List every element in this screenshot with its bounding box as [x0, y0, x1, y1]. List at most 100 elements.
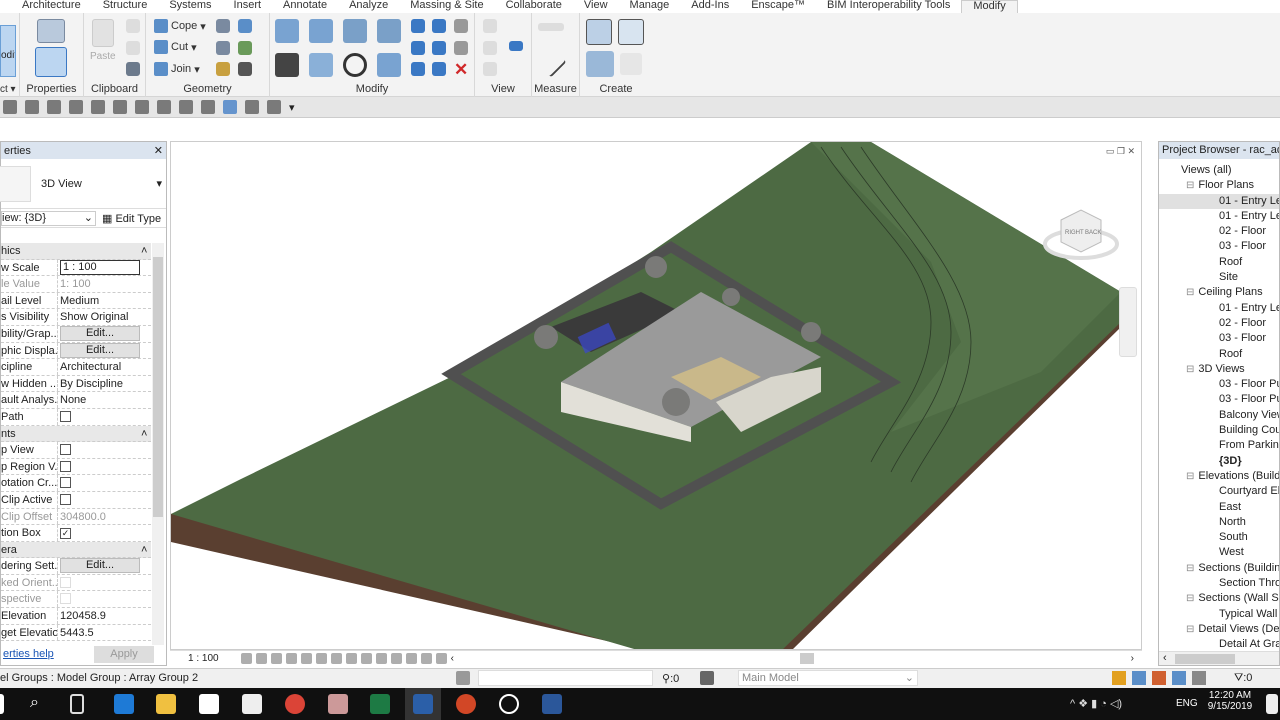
- browser-item[interactable]: Sections (Wall Se: [1159, 591, 1279, 606]
- search-icon[interactable]: ⌕: [30, 694, 39, 712]
- viewcube[interactable]: RIGHT BACK: [1041, 202, 1121, 272]
- file-explorer-icon[interactable]: [156, 694, 176, 714]
- sync-icon[interactable]: [25, 100, 39, 114]
- ribbon-tab[interactable]: Systems: [158, 0, 222, 13]
- browser-item[interactable]: Site: [1159, 270, 1279, 285]
- dimension-icon[interactable]: [113, 100, 127, 114]
- viewcube-back-face[interactable]: BACK: [1085, 230, 1101, 236]
- property-value[interactable]: 1 : 100: [58, 259, 151, 276]
- word-icon[interactable]: [542, 694, 562, 714]
- recap-icon[interactable]: [499, 694, 519, 714]
- browser-item[interactable]: Typical Wall S: [1159, 607, 1279, 622]
- property-value[interactable]: [58, 492, 151, 508]
- app-icon[interactable]: [328, 694, 348, 714]
- paint-icon[interactable]: [238, 41, 252, 55]
- browser-item[interactable]: West: [1159, 545, 1279, 560]
- browser-item[interactable]: 03 - Floor Pul: [1159, 392, 1279, 407]
- section-icon[interactable]: [201, 100, 215, 114]
- ribbon-tab[interactable]: Collaborate: [495, 0, 573, 13]
- text-icon[interactable]: [157, 100, 171, 114]
- sun-path-icon[interactable]: [270, 653, 282, 664]
- browser-item[interactable]: North: [1159, 515, 1279, 530]
- highlight-displacement-icon[interactable]: [435, 653, 447, 664]
- property-value[interactable]: Edit...: [58, 558, 151, 574]
- temp-view-properties-icon[interactable]: [390, 653, 402, 664]
- trim-multiple-icon[interactable]: [432, 62, 446, 76]
- ribbon-tab[interactable]: Annotate: [272, 0, 338, 13]
- measure-icon[interactable]: [91, 100, 105, 114]
- tag-icon[interactable]: [135, 100, 149, 114]
- move-icon[interactable]: [275, 53, 299, 77]
- mail-icon[interactable]: [242, 694, 262, 714]
- split-face-icon[interactable]: [238, 19, 252, 33]
- property-value[interactable]: [58, 442, 151, 458]
- trim-extend-icon[interactable]: [377, 53, 401, 77]
- thin-lines-icon[interactable]: [223, 100, 237, 114]
- scale-icon[interactable]: [432, 41, 446, 55]
- horizontal-scrollbar-thumb[interactable]: [800, 653, 814, 664]
- split-element-icon[interactable]: [411, 19, 425, 33]
- paste-icon[interactable]: [92, 19, 114, 47]
- ribbon-tab[interactable]: View: [573, 0, 619, 13]
- match-properties-icon[interactable]: [126, 62, 140, 76]
- hide-in-view-icon[interactable]: [483, 19, 497, 33]
- detail-level-icon[interactable]: [240, 653, 252, 664]
- ribbon-tab[interactable]: Modify: [961, 0, 1018, 13]
- copy-element-icon[interactable]: [309, 53, 333, 77]
- type-properties-icon[interactable]: [37, 19, 65, 43]
- browser-item[interactable]: Detail Views (Det: [1159, 622, 1279, 637]
- properties-scrollbar[interactable]: [152, 243, 164, 645]
- ribbon-tab[interactable]: Add-Ins: [680, 0, 740, 13]
- property-value[interactable]: Medium: [58, 293, 151, 309]
- aligned-dimension-icon[interactable]: [535, 46, 567, 78]
- collapse-icon[interactable]: ˄: [141, 542, 147, 558]
- browser-item[interactable]: 01 - Entry Lev: [1159, 301, 1279, 316]
- browser-item[interactable]: Elevations (Buildi: [1159, 469, 1279, 484]
- edge-icon[interactable]: [114, 694, 134, 714]
- property-value[interactable]: Architectural: [58, 359, 151, 375]
- instance-selector[interactable]: iew: {3D} ⌄: [1, 210, 96, 226]
- ribbon-tab[interactable]: Enscape™: [740, 0, 816, 13]
- create-assembly-icon[interactable]: [586, 19, 612, 45]
- clock[interactable]: 12:20 AM 9/15/2019: [1206, 690, 1254, 712]
- shadows-icon[interactable]: [285, 653, 297, 664]
- customize-qat-icon[interactable]: ▾: [289, 101, 295, 114]
- edit-type-button[interactable]: ▦ Edit Type: [102, 212, 161, 225]
- worksharing-icon[interactable]: [405, 653, 417, 664]
- property-group-header[interactable]: era ˄: [1, 541, 151, 559]
- scroll-right-icon[interactable]: ›: [1131, 653, 1134, 664]
- ribbon-tab[interactable]: Structure: [92, 0, 159, 13]
- cope-button[interactable]: Cope ▾: [154, 19, 206, 33]
- collapse-icon[interactable]: ˄: [141, 426, 147, 442]
- lock-view-icon[interactable]: [345, 653, 357, 664]
- apply-button[interactable]: Apply: [94, 645, 154, 663]
- override-graphics-icon[interactable]: [483, 41, 497, 55]
- cut-clipboard-icon[interactable]: [126, 19, 140, 33]
- unpin-icon[interactable]: [454, 19, 468, 33]
- notifications-icon[interactable]: [1266, 694, 1278, 714]
- browser-scrollbar[interactable]: ‹: [1159, 651, 1279, 665]
- property-value[interactable]: ✓: [58, 525, 151, 541]
- analytical-model-icon[interactable]: [420, 653, 432, 664]
- ribbon-tab[interactable]: Massing & Site: [399, 0, 494, 13]
- workset-dropdown[interactable]: [478, 670, 653, 686]
- store-icon[interactable]: [199, 694, 219, 714]
- checkbox[interactable]: [60, 444, 71, 456]
- browser-scroll-thumb[interactable]: [1175, 654, 1235, 664]
- browser-item[interactable]: {3D}: [1159, 454, 1279, 469]
- beam-join-icon[interactable]: [216, 41, 230, 55]
- create-similar-icon[interactable]: [620, 53, 642, 75]
- ribbon-tab[interactable]: Manage: [619, 0, 681, 13]
- properties-toggle-icon[interactable]: [35, 47, 67, 77]
- design-options-icon[interactable]: [700, 671, 714, 685]
- rendering-icon[interactable]: [300, 653, 312, 664]
- browser-item[interactable]: Ceiling Plans: [1159, 285, 1279, 300]
- browser-item[interactable]: Building Cou: [1159, 423, 1279, 438]
- demolish-icon[interactable]: [216, 62, 230, 76]
- type-selector[interactable]: 3D View ▾: [0, 159, 166, 209]
- switch-windows-icon[interactable]: [267, 100, 281, 114]
- window-controls[interactable]: ▭ ❐ ✕: [1106, 146, 1135, 157]
- view-scale[interactable]: 1 : 100: [188, 653, 219, 664]
- trim-single-icon[interactable]: [411, 62, 425, 76]
- split-gap-icon[interactable]: [432, 19, 446, 33]
